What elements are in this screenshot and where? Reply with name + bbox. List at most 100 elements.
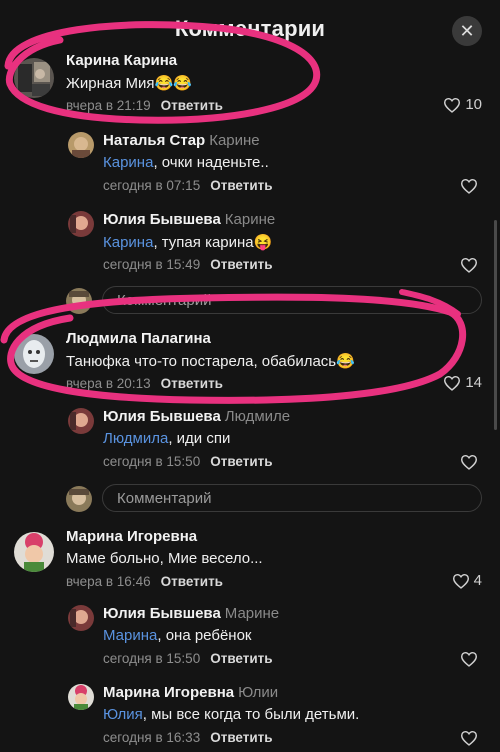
- reply-to: Марине: [224, 605, 280, 622]
- heart-icon: [460, 454, 478, 470]
- heart-icon: [443, 375, 461, 391]
- reply-to: Карине: [224, 211, 276, 228]
- like-button[interactable]: [460, 454, 482, 470]
- reply-item: Юлия Бывшева Марине Марина, она ребёнок с…: [0, 605, 500, 669]
- comments-header: Комментарии ✕: [0, 0, 500, 56]
- comment-meta: сегодня в 15:49 Ответить: [103, 257, 273, 272]
- like-button[interactable]: 10: [443, 96, 482, 113]
- like-count: 14: [465, 374, 482, 391]
- heart-icon: [452, 573, 470, 589]
- author-name: Юлия Бывшева: [103, 408, 221, 425]
- comment-author[interactable]: Людмила Палагина: [66, 330, 211, 347]
- like-button[interactable]: 4: [452, 572, 482, 589]
- close-button[interactable]: ✕: [452, 16, 482, 46]
- comment-text: Карина, очки наденьте..: [103, 154, 269, 171]
- like-button[interactable]: [460, 730, 482, 746]
- avatar: [66, 486, 92, 512]
- reply-item: Юлия Бывшева Карине Карина, тупая карина😝…: [0, 211, 500, 275]
- reply-to: Карине: [209, 132, 260, 149]
- reply-input[interactable]: [102, 286, 482, 314]
- like-button[interactable]: 14: [443, 374, 482, 391]
- author-name: Юлия Бывшева: [103, 211, 221, 228]
- comment-author[interactable]: Юлия Бывшева Марине: [103, 605, 279, 622]
- comment-author[interactable]: Марина Игоревна Юлии: [103, 684, 278, 701]
- comment-author[interactable]: Карина Карина: [66, 52, 177, 69]
- comment-text: Карина, тупая карина😝: [103, 233, 272, 251]
- mention-link[interactable]: Марина: [103, 627, 157, 644]
- page-title: Комментарии: [174, 16, 326, 41]
- avatar[interactable]: [68, 684, 94, 710]
- comment-time: вчера в 20:13: [66, 376, 151, 391]
- mention-link[interactable]: Карина: [103, 234, 153, 251]
- comment-time: вчера в 16:46: [66, 574, 151, 589]
- comment-author[interactable]: Юлия Бывшева Карине: [103, 211, 275, 228]
- reply-item: Юлия Бывшева Людмиле Людмила, иди спи сег…: [0, 408, 500, 472]
- reply-button[interactable]: Ответить: [161, 574, 223, 589]
- reply-button[interactable]: Ответить: [210, 651, 272, 666]
- comment-author[interactable]: Марина Игоревна: [66, 528, 197, 545]
- author-name: Юлия Бывшева: [103, 605, 221, 622]
- comment-text: Маме больно, Мие весело...: [66, 550, 263, 567]
- heart-icon: [460, 178, 478, 194]
- mention-link[interactable]: Юлия: [103, 706, 143, 723]
- reply-to: Людмиле: [224, 408, 291, 425]
- reply-button[interactable]: Ответить: [210, 178, 272, 193]
- comment-text: Юлия, мы все когда то были детьми.: [103, 706, 359, 723]
- reply-item: Наталья Стар Карине Карина, очки наденьте…: [0, 132, 500, 196]
- comment-item: Марина Игоревна Маме больно, Мие весело.…: [0, 528, 500, 592]
- heart-icon: [460, 730, 478, 746]
- comment-text: Жирная Мия😂😂: [66, 75, 192, 92]
- avatar[interactable]: [14, 58, 54, 98]
- mention-link[interactable]: Карина: [103, 154, 153, 171]
- comment-time: сегодня в 15:50: [103, 651, 201, 666]
- comment-body: , иди спи: [168, 430, 231, 447]
- reply-button[interactable]: Ответить: [161, 98, 223, 113]
- avatar[interactable]: [68, 132, 94, 158]
- reply-item: Марина Игоревна Юлии Юлия, мы все когда т…: [0, 684, 500, 748]
- comment-meta: вчера в 20:13 Ответить: [66, 376, 223, 391]
- reply-button[interactable]: Ответить: [210, 730, 272, 745]
- heart-icon: [460, 257, 478, 273]
- comment-meta: сегодня в 15:50 Ответить: [103, 454, 273, 469]
- like-button[interactable]: [460, 178, 482, 194]
- heart-icon: [460, 651, 478, 667]
- comment-meta: вчера в 21:19 Ответить: [66, 98, 223, 113]
- comment-item: Людмила Палагина Танюфка что-то постарел…: [0, 330, 500, 394]
- heart-icon: [443, 97, 461, 113]
- comment-text: Людмила, иди спи: [103, 430, 230, 447]
- like-button[interactable]: [460, 257, 482, 273]
- reply-button[interactable]: Ответить: [210, 257, 272, 272]
- comment-text: Танюфка что-то постарела, обабилась😂: [66, 353, 355, 370]
- comment-time: сегодня в 15:50: [103, 454, 201, 469]
- like-count: 4: [473, 572, 482, 589]
- avatar[interactable]: [68, 605, 94, 631]
- reply-button[interactable]: Ответить: [210, 454, 272, 469]
- comments-screen: Комментарии ✕ Карина Карина Жирная Мия😂😂…: [0, 0, 500, 752]
- comment-text: Марина, она ребёнок: [103, 627, 251, 644]
- comment-author[interactable]: Наталья Стар Карине: [103, 132, 260, 149]
- reply-input-row: [66, 484, 482, 514]
- avatar[interactable]: [14, 334, 54, 374]
- comment-meta: сегодня в 16:33 Ответить: [103, 730, 273, 745]
- reply-button[interactable]: Ответить: [161, 376, 223, 391]
- reply-input[interactable]: [102, 484, 482, 512]
- comment-time: сегодня в 07:15: [103, 178, 201, 193]
- comment-item: Карина Карина Жирная Мия😂😂 вчера в 21:19…: [0, 52, 500, 122]
- avatar[interactable]: [14, 532, 54, 572]
- comment-meta: сегодня в 15:50 Ответить: [103, 651, 273, 666]
- comment-body: , мы все когда то были детьми.: [142, 706, 360, 723]
- comment-body: , она ребёнок: [157, 627, 252, 644]
- close-icon: ✕: [459, 21, 475, 41]
- avatar[interactable]: [68, 211, 94, 237]
- comment-time: вчера в 21:19: [66, 98, 151, 113]
- author-name: Марина Игоревна: [103, 684, 235, 701]
- scrollbar[interactable]: [494, 220, 497, 430]
- like-count: 10: [465, 96, 482, 113]
- reply-input-row: [66, 286, 482, 316]
- comment-time: сегодня в 15:49: [103, 257, 201, 272]
- reply-to: Юлии: [238, 684, 279, 701]
- like-button[interactable]: [460, 651, 482, 667]
- comment-author[interactable]: Юлия Бывшева Людмиле: [103, 408, 290, 425]
- avatar[interactable]: [68, 408, 94, 434]
- mention-link[interactable]: Людмила: [103, 430, 168, 447]
